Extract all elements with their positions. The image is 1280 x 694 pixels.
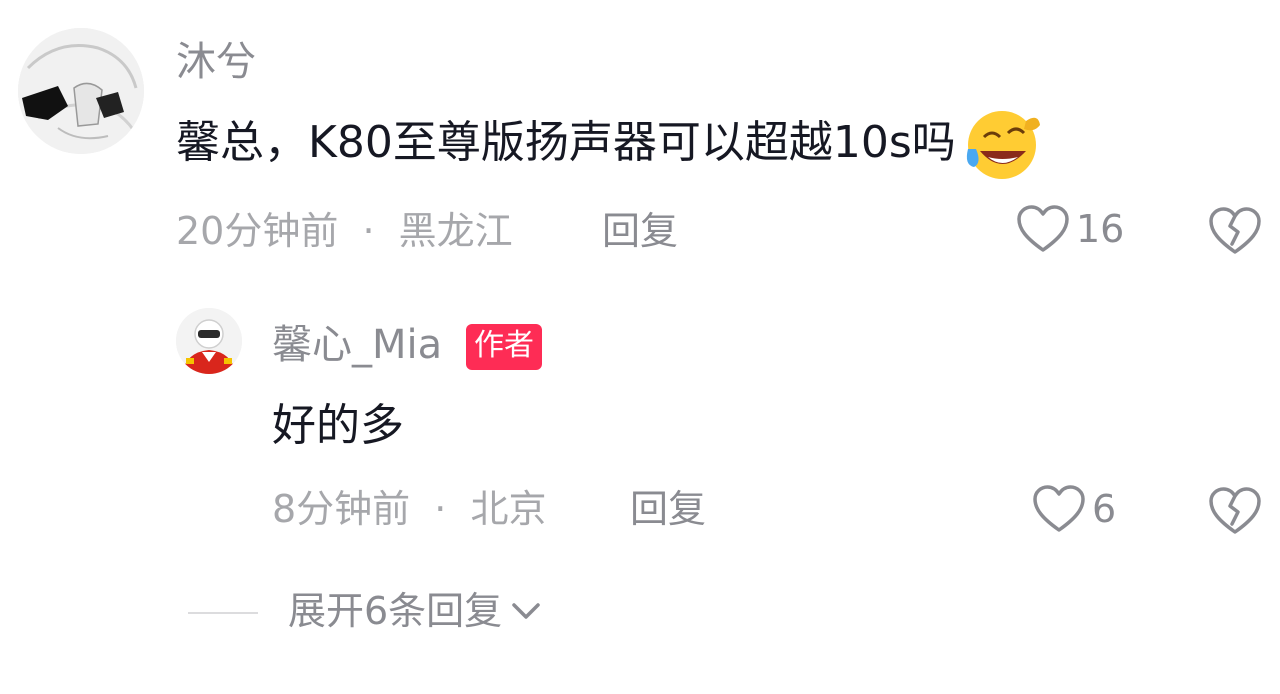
avatar[interactable] [176, 308, 242, 374]
chevron-down-icon [512, 603, 540, 619]
meta-separator: · [434, 487, 447, 531]
comment-location: 黑龙江 [398, 209, 513, 253]
expand-divider [188, 612, 258, 614]
author-badge: 作者 [466, 324, 542, 370]
comment-username[interactable]: 沐兮 [176, 42, 256, 82]
heart-icon [1033, 485, 1085, 532]
comment-body: 馨总，K80至尊版扬声器可以超越10s吗 [176, 117, 956, 168]
reply-time: 8分钟前 [272, 487, 411, 531]
reply-button[interactable]: 回复 [602, 212, 678, 250]
meta-separator: · [362, 209, 375, 253]
dislike-button[interactable] [1208, 486, 1262, 540]
expand-replies-button[interactable]: 展开6条回复 [288, 592, 542, 630]
broken-heart-icon [1209, 487, 1261, 534]
like-button[interactable]: 6 [1032, 484, 1116, 534]
heart-icon [1017, 205, 1069, 252]
reply-text: 好的多 [272, 400, 404, 451]
like-button[interactable]: 16 [1016, 204, 1124, 254]
dislike-button[interactable] [1208, 206, 1262, 260]
broken-heart-icon [1209, 207, 1261, 254]
comment-time: 20分钟前 [176, 209, 339, 253]
like-count: 6 [1092, 487, 1117, 531]
reply-username[interactable]: 馨心_Mia [272, 325, 442, 365]
comment-thread: 沐兮 馨总，K80至尊版扬声器可以超越10s吗 20分钟前 · 黑龙江 回复 1… [0, 0, 1280, 694]
laughing-crying-emoji-icon [960, 103, 1040, 183]
reply-button[interactable]: 回复 [630, 490, 706, 528]
reply-meta: 8分钟前 · 北京 [272, 490, 546, 528]
avatar[interactable] [18, 28, 144, 154]
comment-text: 馨总，K80至尊版扬声器可以超越10s吗 [176, 103, 1040, 183]
comment-meta: 20分钟前 · 黑龙江 [176, 212, 513, 250]
reply-location: 北京 [470, 487, 547, 531]
like-count: 16 [1076, 207, 1125, 251]
expand-replies-label: 展开6条回复 [288, 589, 503, 633]
